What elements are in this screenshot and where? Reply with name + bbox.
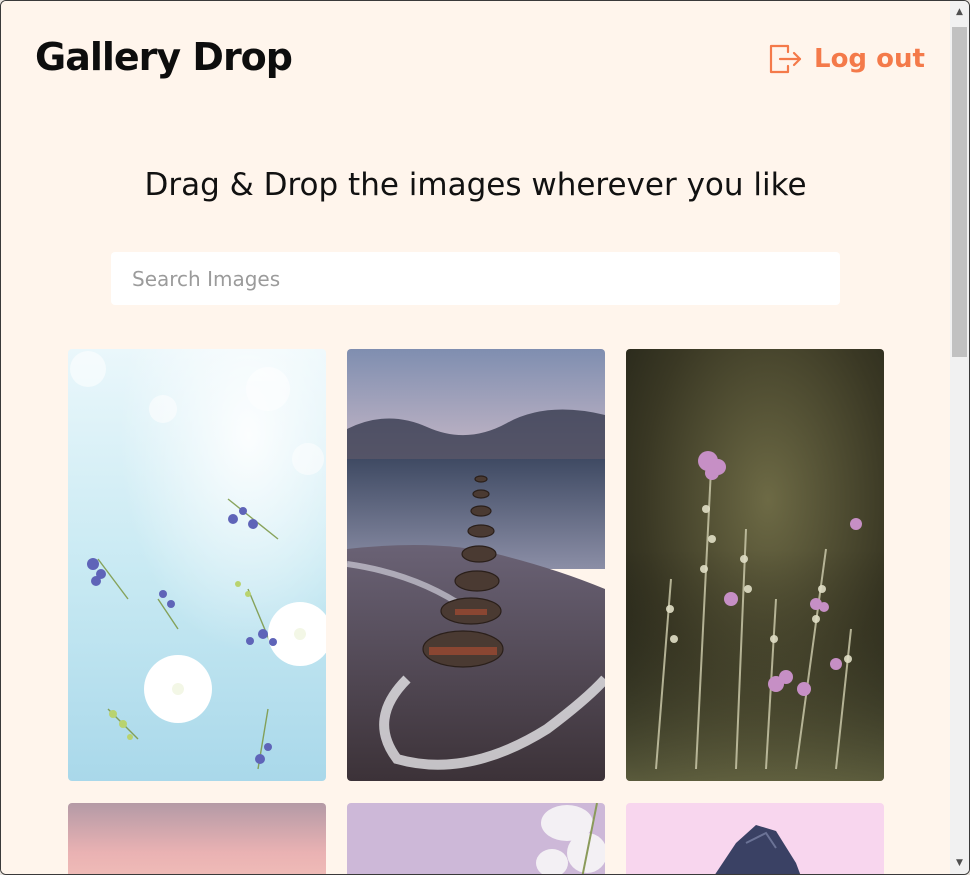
gallery-image-blossom[interactable] xyxy=(347,803,605,874)
gallery-image-rock[interactable] xyxy=(626,803,884,874)
brand-title: Gallery Drop xyxy=(35,35,293,79)
page-subtitle: Drag & Drop the images wherever you like xyxy=(144,167,807,203)
logout-icon xyxy=(768,42,802,76)
browser-window: Gallery Drop Log out Drag & Drop the ima… xyxy=(0,0,970,875)
gallery-image-hydrangea[interactable] xyxy=(68,349,326,781)
scroll-down-icon[interactable]: ▼ xyxy=(950,854,969,872)
logout-button[interactable]: Log out xyxy=(768,41,925,77)
scroll-up-icon[interactable]: ▲ xyxy=(950,3,969,21)
logout-label: Log out xyxy=(814,44,925,74)
gallery-image-breakwater[interactable] xyxy=(347,349,605,781)
gallery-image-sunset[interactable] xyxy=(68,803,326,874)
search-input[interactable] xyxy=(111,252,840,305)
gallery-image-heather[interactable] xyxy=(626,349,884,781)
vertical-scrollbar[interactable]: ▲ ▼ xyxy=(950,1,969,874)
scrollbar-thumb[interactable] xyxy=(952,27,967,357)
page: Gallery Drop Log out Drag & Drop the ima… xyxy=(1,1,950,874)
